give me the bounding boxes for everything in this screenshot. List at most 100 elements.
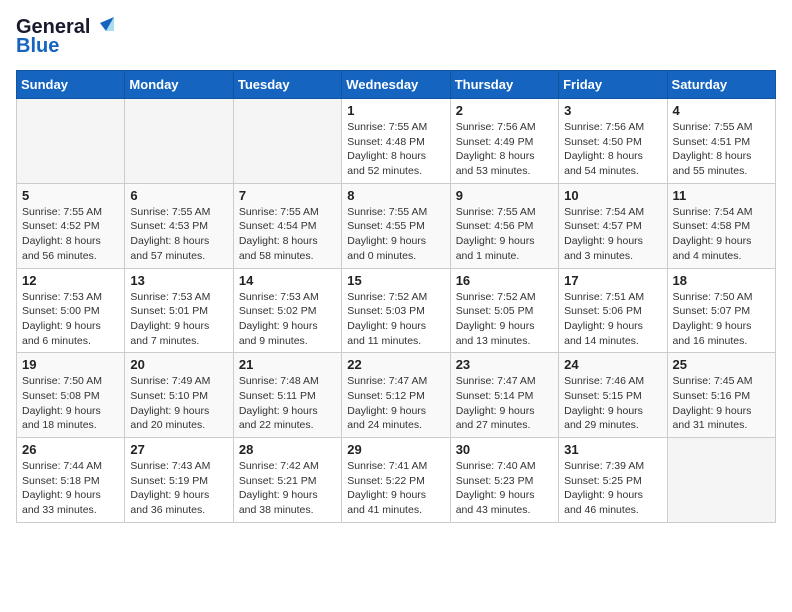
day-number: 2 xyxy=(456,103,553,118)
day-number: 17 xyxy=(564,273,661,288)
day-number: 6 xyxy=(130,188,227,203)
day-cell: 12Sunrise: 7:53 AM Sunset: 5:00 PM Dayli… xyxy=(17,268,125,353)
day-info: Sunrise: 7:45 AM Sunset: 5:16 PM Dayligh… xyxy=(673,374,770,433)
day-cell: 10 Sunrise: 7:54 AM Sunset: 4:57 PM Dayli… xyxy=(559,183,667,268)
header-tuesday: Tuesday xyxy=(233,71,341,99)
header-monday: Monday xyxy=(125,71,233,99)
day-cell: 9 Sunrise: 7:55 AM Sunset: 4:56 PM Daylig… xyxy=(450,183,558,268)
day-info: Sunrise: 7:43 AM Sunset: 5:19 PM Dayligh… xyxy=(130,459,227,518)
day-number: 21 xyxy=(239,357,336,372)
day-number: 27 xyxy=(130,442,227,457)
day-cell: 18 Sunrise: 7:50 AM Sunset: 5:07 PM Dayli… xyxy=(667,268,775,353)
day-cell xyxy=(17,99,125,184)
day-info: Sunrise: 7:49 AM Sunset: 5:10 PM Dayligh… xyxy=(130,374,227,433)
day-number: 5 xyxy=(22,188,119,203)
day-number: 15 xyxy=(347,273,444,288)
header-thursday: Thursday xyxy=(450,71,558,99)
header-sunday: Sunday xyxy=(17,71,125,99)
day-number: 28 xyxy=(239,442,336,457)
day-cell: 6 Sunrise: 7:55 AM Sunset: 4:53 PM Daylig… xyxy=(125,183,233,268)
day-cell: 30Sunrise: 7:40 AM Sunset: 5:23 PM Dayli… xyxy=(450,438,558,523)
day-number: 11 xyxy=(673,188,770,203)
day-number: 20 xyxy=(130,357,227,372)
day-cell: 29 Sunrise: 7:41 AM Sunset: 5:22 PM Dayli… xyxy=(342,438,450,523)
day-info: Sunrise: 7:40 AM Sunset: 5:23 PM Dayligh… xyxy=(456,459,553,518)
day-cell: 20 Sunrise: 7:49 AM Sunset: 5:10 PM Dayli… xyxy=(125,353,233,438)
day-number: 10 xyxy=(564,188,661,203)
day-info: Sunrise: 7:56 AM Sunset: 4:49 PM Dayligh… xyxy=(456,120,553,179)
day-info: Sunrise: 7:55 AM Sunset: 4:55 PM Dayligh… xyxy=(347,205,444,264)
day-info: Sunrise: 7:55 AM Sunset: 4:54 PM Dayligh… xyxy=(239,205,336,264)
day-number: 26 xyxy=(22,442,119,457)
calendar-table: SundayMondayTuesdayWednesdayThursdayFrid… xyxy=(16,70,776,523)
logo-bird-icon xyxy=(92,17,114,39)
day-cell: 23 Sunrise: 7:47 AM Sunset: 5:14 PM Dayli… xyxy=(450,353,558,438)
day-number: 14 xyxy=(239,273,336,288)
day-cell: 11 Sunrise: 7:54 AM Sunset: 4:58 PM Dayli… xyxy=(667,183,775,268)
day-info: Sunrise: 7:47 AM Sunset: 5:14 PM Dayligh… xyxy=(456,374,553,433)
page-header: General Blue xyxy=(16,16,776,58)
day-info: Sunrise: 7:52 AM Sunset: 5:03 PM Dayligh… xyxy=(347,290,444,349)
day-cell xyxy=(233,99,341,184)
day-cell: 17 Sunrise: 7:51 AM Sunset: 5:06 PM Dayli… xyxy=(559,268,667,353)
day-info: Sunrise: 7:51 AM Sunset: 5:06 PM Dayligh… xyxy=(564,290,661,349)
day-cell: 26Sunrise: 7:44 AM Sunset: 5:18 PM Dayli… xyxy=(17,438,125,523)
day-number: 1 xyxy=(347,103,444,118)
day-info: Sunrise: 7:54 AM Sunset: 4:58 PM Dayligh… xyxy=(673,205,770,264)
day-cell: 19 Sunrise: 7:50 AM Sunset: 5:08 PM Dayli… xyxy=(17,353,125,438)
day-cell: 27 Sunrise: 7:43 AM Sunset: 5:19 PM Dayli… xyxy=(125,438,233,523)
day-info: Sunrise: 7:42 AM Sunset: 5:21 PM Dayligh… xyxy=(239,459,336,518)
day-number: 4 xyxy=(673,103,770,118)
day-cell: 28 Sunrise: 7:42 AM Sunset: 5:21 PM Dayli… xyxy=(233,438,341,523)
day-cell: 15 Sunrise: 7:52 AM Sunset: 5:03 PM Dayli… xyxy=(342,268,450,353)
day-number: 9 xyxy=(456,188,553,203)
day-cell xyxy=(125,99,233,184)
day-cell: 14 Sunrise: 7:53 AM Sunset: 5:02 PM Dayli… xyxy=(233,268,341,353)
day-info: Sunrise: 7:47 AM Sunset: 5:12 PM Dayligh… xyxy=(347,374,444,433)
day-info: Sunrise: 7:50 AM Sunset: 5:08 PM Dayligh… xyxy=(22,374,119,433)
day-number: 18 xyxy=(673,273,770,288)
header-row: SundayMondayTuesdayWednesdayThursdayFrid… xyxy=(17,71,776,99)
day-info: Sunrise: 7:53 AM Sunset: 5:00 PM Dayligh… xyxy=(22,290,119,349)
day-info: Sunrise: 7:56 AM Sunset: 4:50 PM Dayligh… xyxy=(564,120,661,179)
day-number: 7 xyxy=(239,188,336,203)
day-cell: 22Sunrise: 7:47 AM Sunset: 5:12 PM Dayli… xyxy=(342,353,450,438)
week-row-1: 1Sunrise: 7:55 AM Sunset: 4:48 PM Daylig… xyxy=(17,99,776,184)
day-cell: 21 Sunrise: 7:48 AM Sunset: 5:11 PM Dayli… xyxy=(233,353,341,438)
day-number: 19 xyxy=(22,357,119,372)
day-info: Sunrise: 7:41 AM Sunset: 5:22 PM Dayligh… xyxy=(347,459,444,518)
day-cell: 13Sunrise: 7:53 AM Sunset: 5:01 PM Dayli… xyxy=(125,268,233,353)
day-info: Sunrise: 7:53 AM Sunset: 5:01 PM Dayligh… xyxy=(130,290,227,349)
day-cell: 2 Sunrise: 7:56 AM Sunset: 4:49 PM Daylig… xyxy=(450,99,558,184)
day-info: Sunrise: 7:39 AM Sunset: 5:25 PM Dayligh… xyxy=(564,459,661,518)
day-cell: 31 Sunrise: 7:39 AM Sunset: 5:25 PM Dayli… xyxy=(559,438,667,523)
day-info: Sunrise: 7:53 AM Sunset: 5:02 PM Dayligh… xyxy=(239,290,336,349)
day-cell: 1Sunrise: 7:55 AM Sunset: 4:48 PM Daylig… xyxy=(342,99,450,184)
day-info: Sunrise: 7:55 AM Sunset: 4:56 PM Dayligh… xyxy=(456,205,553,264)
day-info: Sunrise: 7:48 AM Sunset: 5:11 PM Dayligh… xyxy=(239,374,336,433)
day-info: Sunrise: 7:50 AM Sunset: 5:07 PM Dayligh… xyxy=(673,290,770,349)
day-info: Sunrise: 7:55 AM Sunset: 4:51 PM Dayligh… xyxy=(673,120,770,179)
header-friday: Friday xyxy=(559,71,667,99)
day-cell: 3 Sunrise: 7:56 AM Sunset: 4:50 PM Daylig… xyxy=(559,99,667,184)
week-row-3: 12Sunrise: 7:53 AM Sunset: 5:00 PM Dayli… xyxy=(17,268,776,353)
day-cell: 5 Sunrise: 7:55 AM Sunset: 4:52 PM Daylig… xyxy=(17,183,125,268)
logo: General Blue xyxy=(16,16,114,58)
day-number: 31 xyxy=(564,442,661,457)
day-info: Sunrise: 7:52 AM Sunset: 5:05 PM Dayligh… xyxy=(456,290,553,349)
header-wednesday: Wednesday xyxy=(342,71,450,99)
day-number: 25 xyxy=(673,357,770,372)
day-number: 23 xyxy=(456,357,553,372)
day-cell: 8 Sunrise: 7:55 AM Sunset: 4:55 PM Daylig… xyxy=(342,183,450,268)
logo-blue: Blue xyxy=(16,35,59,58)
day-info: Sunrise: 7:54 AM Sunset: 4:57 PM Dayligh… xyxy=(564,205,661,264)
day-info: Sunrise: 7:55 AM Sunset: 4:52 PM Dayligh… xyxy=(22,205,119,264)
day-cell xyxy=(667,438,775,523)
day-number: 8 xyxy=(347,188,444,203)
day-number: 3 xyxy=(564,103,661,118)
week-row-4: 19 Sunrise: 7:50 AM Sunset: 5:08 PM Dayli… xyxy=(17,353,776,438)
day-info: Sunrise: 7:46 AM Sunset: 5:15 PM Dayligh… xyxy=(564,374,661,433)
day-info: Sunrise: 7:55 AM Sunset: 4:53 PM Dayligh… xyxy=(130,205,227,264)
day-cell: 24Sunrise: 7:46 AM Sunset: 5:15 PM Dayli… xyxy=(559,353,667,438)
day-number: 29 xyxy=(347,442,444,457)
